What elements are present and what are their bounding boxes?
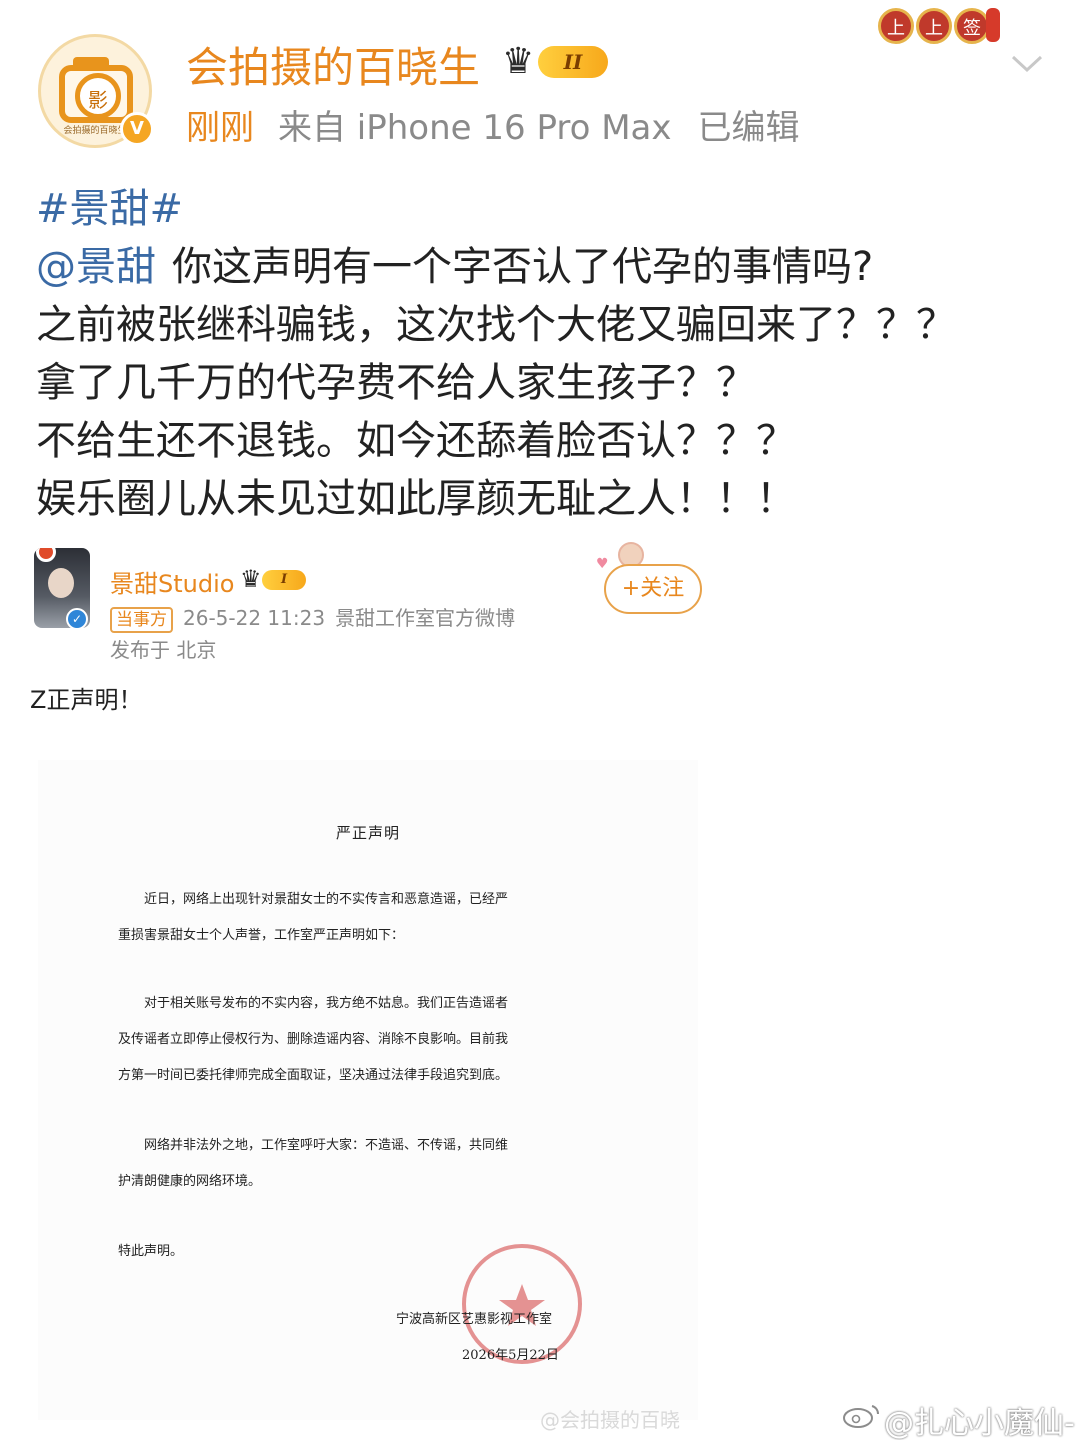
avatar-face	[48, 568, 74, 598]
embedded-location: 发布于 北京	[110, 638, 217, 662]
document-line: 及传谣者立即停止侵权行为、删除造谣内容、消除不良影响。目前我	[118, 1032, 509, 1047]
embedded-post-title: Z正声明！	[30, 686, 143, 714]
document-line: 护清朗健康的网络环境。	[118, 1174, 262, 1189]
weibo-logo-icon	[843, 1405, 879, 1428]
avatar-ring-icon	[36, 548, 56, 562]
embedded-author-name[interactable]: 景甜Studio	[110, 564, 234, 599]
hashtag-link[interactable]: #景甜#	[36, 186, 183, 232]
statement-document-image[interactable]: 严正声明 近日，网络上出现针对景甜女士的不实传言和恶意造谣，已经严 重损害景甜女…	[38, 760, 698, 1420]
post-meta: 刚刚 来自 iPhone 16 Pro Max 已编辑	[186, 100, 800, 149]
member-level-badge[interactable]: ♛ II	[502, 40, 614, 84]
edited-label[interactable]: 已编辑	[698, 108, 800, 148]
post-body: #景甜# @景甜 你这声明有一个字否认了代孕的事情吗? 之前被张继科骗钱，这次找个…	[36, 180, 1046, 528]
mention-link[interactable]: @景甜	[36, 244, 156, 290]
seal-icon: 上	[878, 8, 914, 44]
camera-lens-icon: 影	[75, 73, 121, 119]
embedded-source: 景甜工作室官方微博	[335, 606, 516, 630]
screenshot-watermark: @扎心小魔仙-	[884, 1406, 1075, 1440]
heart-icon: ♥	[596, 556, 609, 572]
post-source: 来自 iPhone 16 Pro Max	[278, 108, 672, 148]
seal-icon: 上	[916, 8, 952, 44]
embedded-datetime: 26-5-22 11:23	[183, 606, 326, 630]
lantern-icon	[986, 8, 1000, 42]
image-watermark: @会拍摄的百晓	[540, 1408, 680, 1432]
author-name[interactable]: 会拍摄的百晓生	[186, 34, 480, 95]
document-paragraph: 近日，网络上出现针对景甜女士的不实传言和恶意造谣，已经严 重损害景甜女士个人声誉…	[118, 882, 588, 954]
embedded-level-label: I	[262, 570, 306, 590]
document-line: 近日，网络上出现针对景甜女士的不实传言和恶意造谣，已经严	[144, 892, 509, 907]
document-line: 重损害景甜女士个人声誉，工作室严正声明如下：	[118, 928, 405, 943]
document-paragraph: 对于相关账号发布的不实内容，我方绝不姑息。我们正告造谣者 及传谣者立即停止侵权行…	[118, 986, 588, 1094]
document-signature-org: 宁波高新区艺惠影视工作室	[396, 1312, 553, 1327]
follow-button[interactable]: +关注	[604, 564, 702, 614]
post-line: 娱乐圈儿从未见过如此厚颜无耻之人！！！	[36, 476, 796, 522]
verified-badge-icon: ✓	[66, 608, 88, 630]
post-line: 你这声明有一个字否认了代孕的事情吗?	[172, 244, 874, 290]
party-tag: 当事方	[110, 607, 173, 633]
document-date: 2026年5月22日	[462, 1348, 559, 1363]
chevron-down-icon[interactable]	[1010, 46, 1044, 80]
document-paragraph: 网络并非法外之地，工作室呼吁大家：不造谣、不传谣，共同维 护清朗健康的网络环境。	[118, 1128, 588, 1200]
document-title: 严正声明	[335, 824, 400, 842]
crown-icon: ♛	[502, 41, 535, 82]
document-line: 方第一时间已委托律师完成全面取证，坚决通过法律手段追究到底。	[118, 1068, 509, 1083]
embedded-level-badge[interactable]: ♛ I	[240, 566, 310, 594]
embedded-meta: 当事方 26-5-22 11:23 景甜工作室官方微博	[110, 602, 515, 633]
post-line: 不给生还不退钱。如今还舔着脸否认？？？	[36, 418, 796, 464]
level-label: II	[538, 46, 608, 78]
avatar-glyph: 影	[88, 88, 108, 112]
post-time: 刚刚	[186, 108, 254, 148]
document-line: 网络并非法外之地，工作室呼吁大家：不造谣、不传谣，共同维	[144, 1138, 509, 1153]
post-line: 之前被张继科骗钱，这次找个大佬又骗回来了？？？	[36, 302, 956, 348]
festive-decoration: 上 上 签	[844, 4, 1000, 48]
post-line: 拿了几千万的代孕费不给人家生孩子？？	[36, 360, 756, 406]
verified-badge-icon: V	[120, 112, 154, 146]
seal-icon: 签	[954, 8, 990, 44]
crown-icon: ♛	[240, 565, 262, 593]
document-line: 对于相关账号发布的不实内容，我方绝不姑息。我们正告造谣者	[144, 996, 509, 1011]
